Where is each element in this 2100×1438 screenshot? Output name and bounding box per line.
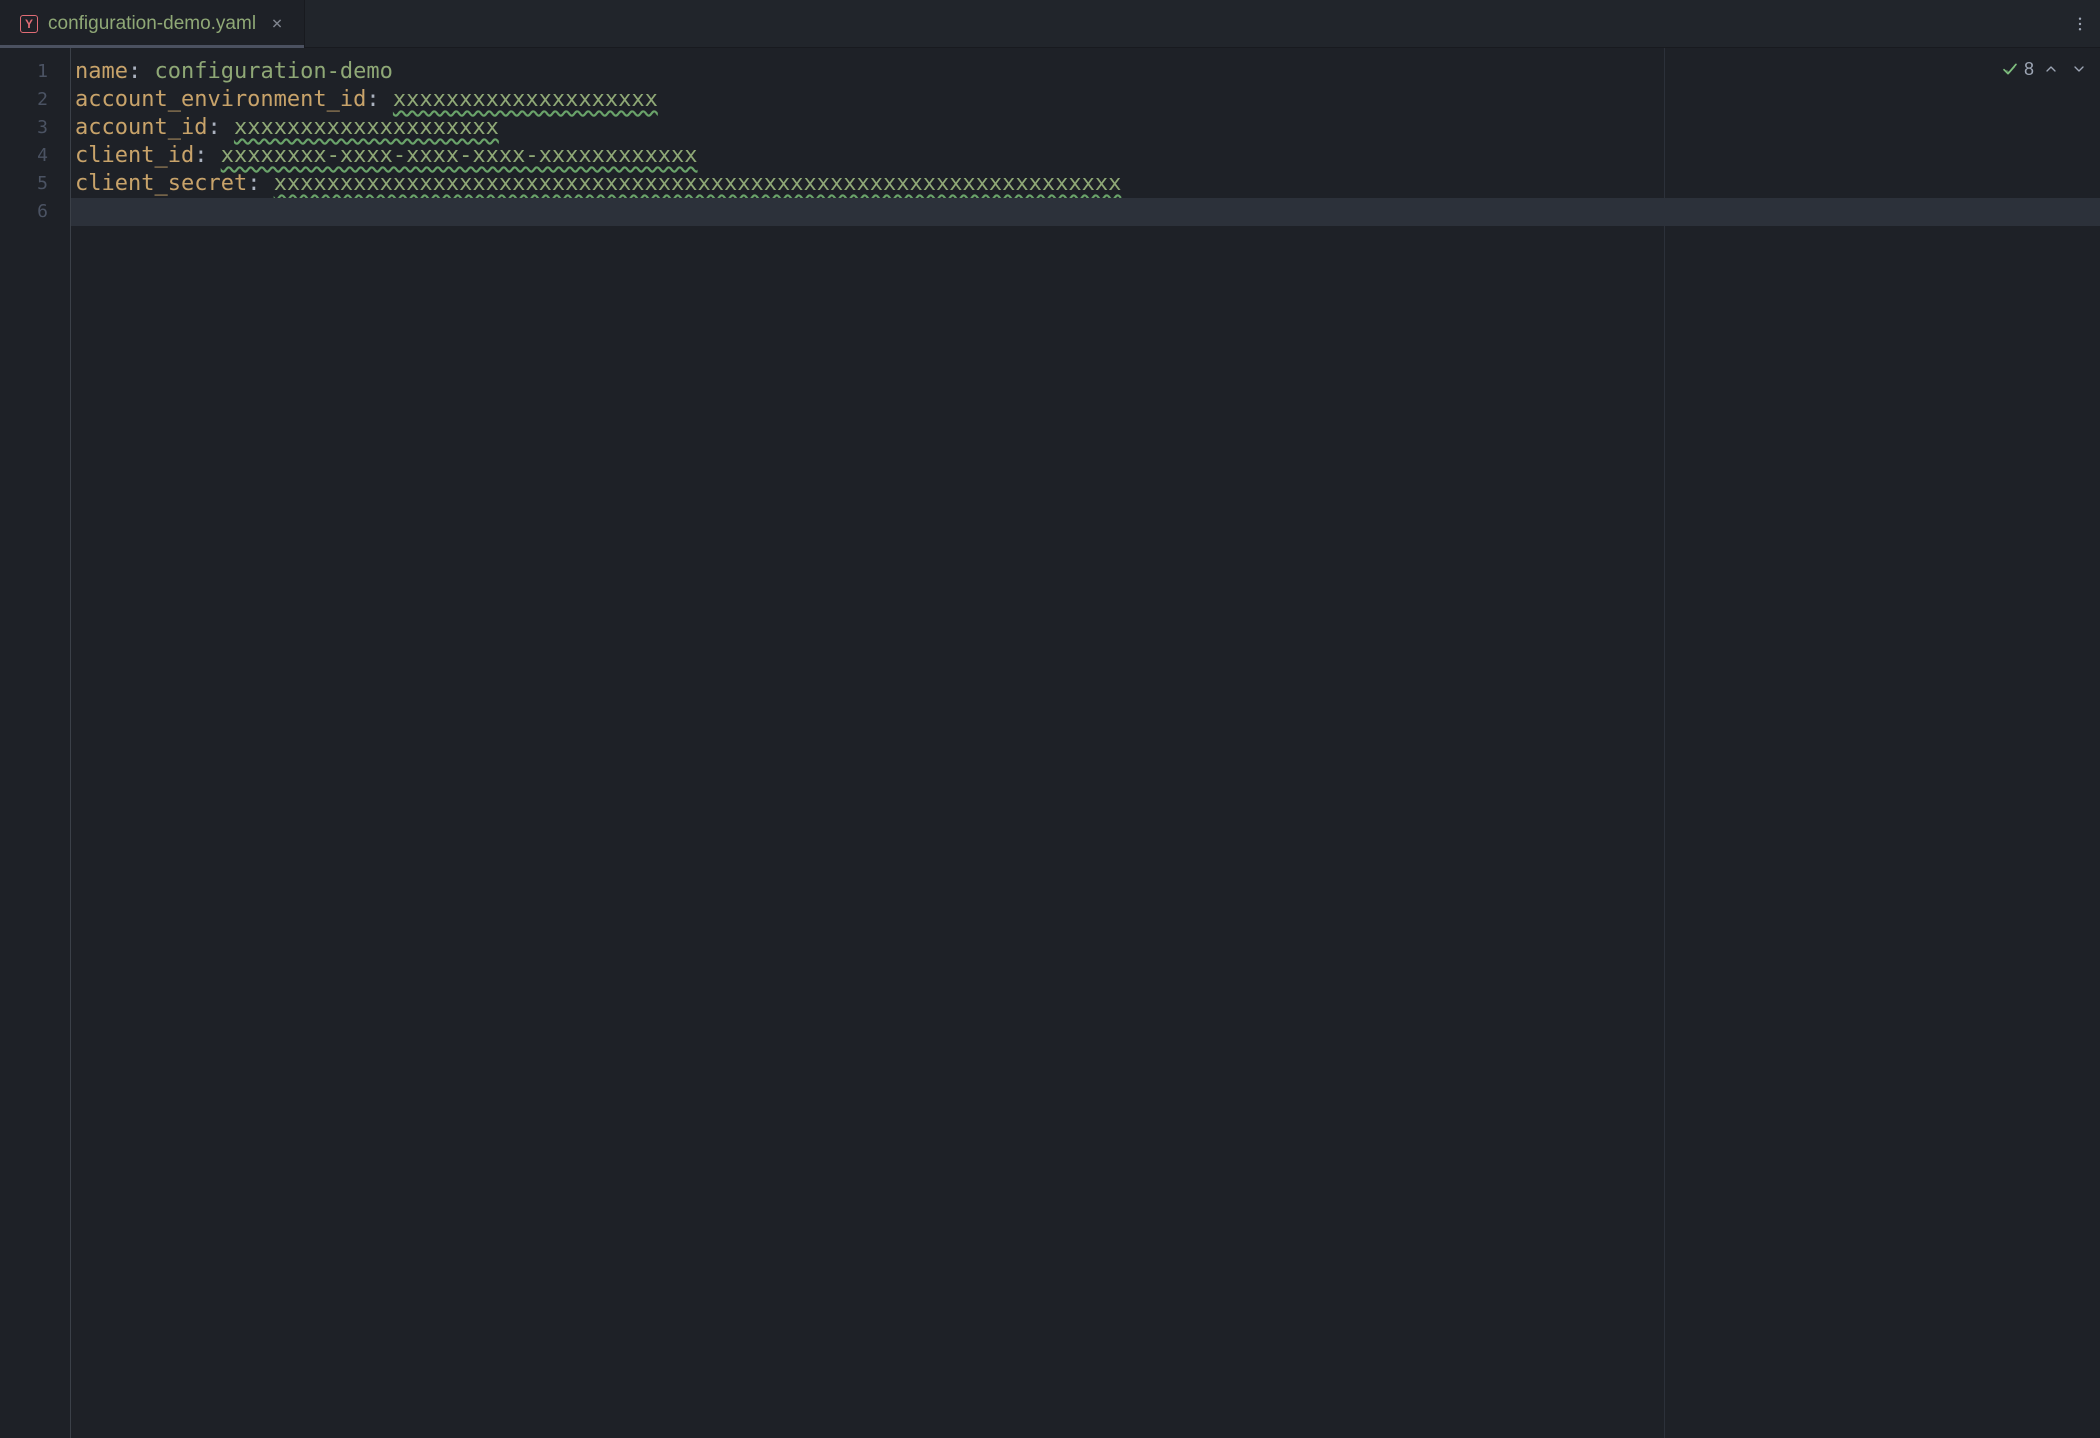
code-line[interactable]: client_id: xxxxxxxx-xxxx-xxxx-xxxx-xxxxx…	[71, 142, 2100, 170]
chevron-down-icon	[2071, 61, 2087, 77]
check-icon	[2002, 61, 2018, 77]
close-icon[interactable]: ×	[266, 13, 288, 35]
tab-options-button[interactable]	[2060, 0, 2100, 47]
kebab-menu-icon	[2071, 15, 2089, 33]
code-line[interactable]: client_secret: xxxxxxxxxxxxxxxxxxxxxxxxx…	[71, 170, 2100, 198]
editor-tab[interactable]: Y configuration-demo.yaml ×	[0, 0, 305, 47]
code-line[interactable]: name: configuration-demo	[71, 58, 2100, 86]
gutter-line: 3	[0, 114, 70, 142]
gutter-line: 2	[0, 86, 70, 114]
gutter-line: 6	[0, 198, 70, 226]
yaml-file-icon: Y	[20, 15, 38, 33]
gutter: 1 2 3 4 5 6	[0, 48, 70, 1438]
code-area[interactable]: name: configuration-demo account_environ…	[70, 48, 2100, 1438]
gutter-line: 1	[0, 58, 70, 86]
inspections-widget[interactable]: 8	[2002, 58, 2090, 80]
tab-bar: Y configuration-demo.yaml ×	[0, 0, 2100, 48]
gutter-line: 4	[0, 142, 70, 170]
code-line-current[interactable]	[71, 198, 2100, 226]
prev-highlight-button[interactable]	[2040, 58, 2062, 80]
gutter-line: 5	[0, 170, 70, 198]
tab-bar-spacer	[305, 0, 2060, 47]
code-line[interactable]: account_id: xxxxxxxxxxxxxxxxxxxx	[71, 114, 2100, 142]
chevron-up-icon	[2043, 61, 2059, 77]
code-line[interactable]: account_environment_id: xxxxxxxxxxxxxxxx…	[71, 86, 2100, 114]
next-highlight-button[interactable]	[2068, 58, 2090, 80]
editor-body[interactable]: 1 2 3 4 5 6 name: configuration-demo acc…	[0, 48, 2100, 1438]
editor: 8 1 2 3 4 5 6 name: configuration-demo a…	[0, 48, 2100, 1438]
tab-title: configuration-demo.yaml	[48, 13, 256, 35]
inspections-count: 8	[2024, 59, 2034, 80]
